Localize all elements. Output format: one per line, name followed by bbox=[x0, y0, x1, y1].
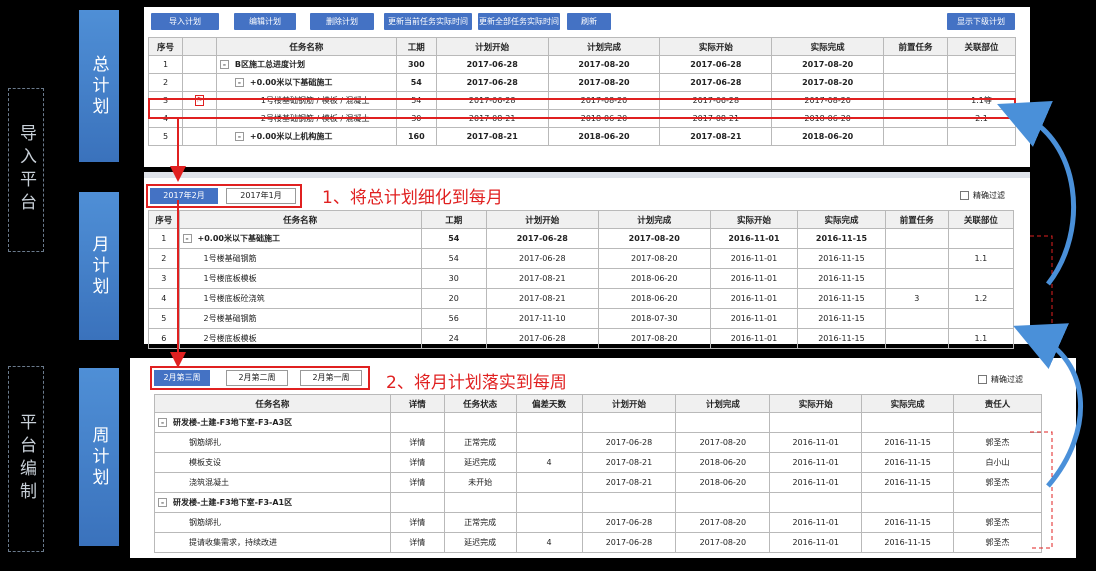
weekly-bracket bbox=[1030, 431, 1053, 549]
blue-arrow-to-master bbox=[997, 101, 1077, 286]
monthly-bracket bbox=[1030, 235, 1053, 339]
flow-arrows bbox=[170, 101, 1084, 549]
blue-arrow-to-month bbox=[1013, 323, 1084, 488]
